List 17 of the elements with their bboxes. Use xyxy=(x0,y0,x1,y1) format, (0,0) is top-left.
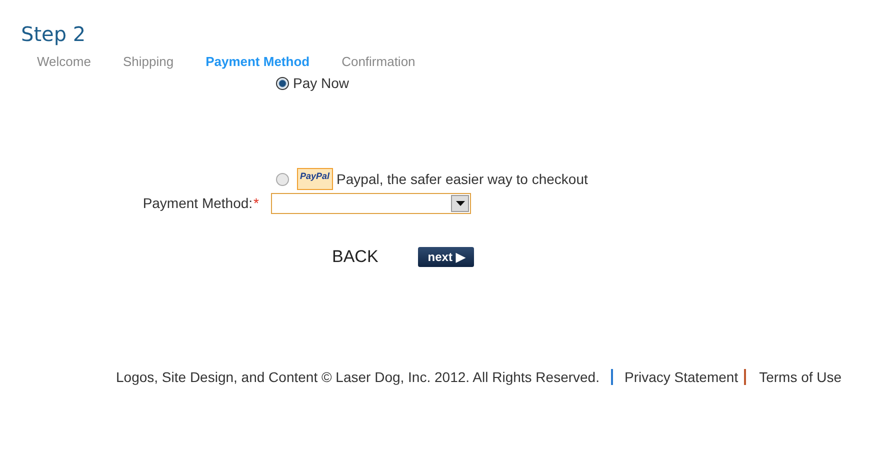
option-label: Paypal, the safer easier way to checkout xyxy=(336,170,588,189)
radio-button[interactable] xyxy=(276,76,289,90)
footer-link[interactable]: Privacy Statement xyxy=(624,366,738,388)
copyright-text: Logos, Site Design, and Content © Laser Dog, Inc. 2012. All Rights Reserved. xyxy=(116,368,600,387)
step-tab[interactable]: Welcome xyxy=(37,52,91,72)
payment-method-select[interactable] xyxy=(271,192,471,214)
radio-button[interactable] xyxy=(276,172,289,186)
option-label: Pay Now xyxy=(293,74,350,93)
back-button[interactable]: BACK xyxy=(332,247,378,267)
footer-link[interactable]: Terms of Use xyxy=(759,366,842,388)
step-tab[interactable]: Confirmation xyxy=(342,52,416,72)
field-label: Payment Method: xyxy=(142,194,253,213)
page-title: Step 2 xyxy=(21,21,87,47)
required-mark: * xyxy=(254,194,259,212)
step-tab[interactable]: Shipping xyxy=(122,52,174,72)
paypal-logo: PayPal xyxy=(297,168,333,190)
next-button[interactable]: next ▶ xyxy=(418,247,474,267)
